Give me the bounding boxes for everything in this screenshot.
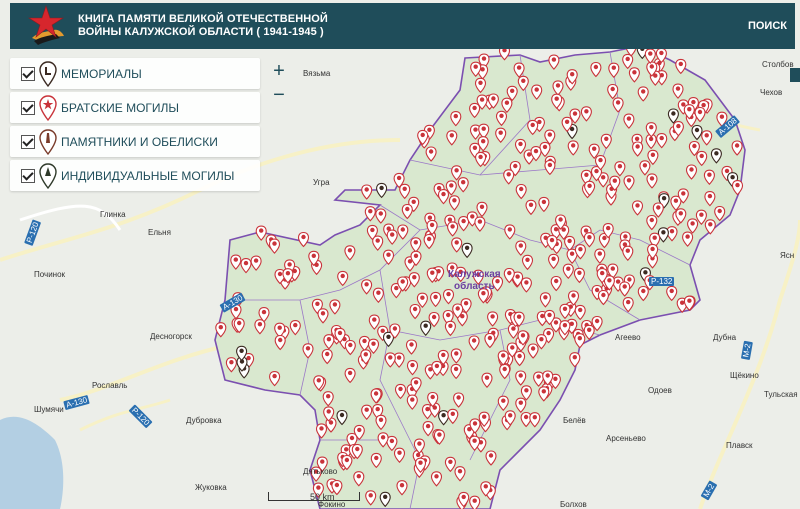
place-label: Угра	[313, 178, 330, 187]
individual-grave-icon	[39, 162, 57, 189]
scale-label: 50 km	[310, 492, 335, 502]
zoom-in-button[interactable]: +	[266, 60, 292, 84]
place-label: Жуковка	[195, 483, 227, 492]
place-label: Ельня	[148, 228, 171, 237]
place-label: Столбов	[762, 60, 794, 69]
title-line-1: КНИГА ПАМЯТИ ВЕЛИКОЙ ОТЕЧЕСТВЕННОЙ	[78, 13, 328, 25]
place-label: Ясн	[780, 251, 795, 260]
search-button[interactable]: ПОИСК	[748, 20, 787, 32]
memorial-icon	[39, 60, 57, 87]
place-label: Вязьма	[303, 69, 331, 78]
checkbox-mass-graves[interactable]	[21, 100, 35, 115]
place-label: Щёкино	[730, 371, 759, 380]
place-label: Белёв	[563, 416, 586, 425]
place-label: Болхов	[560, 500, 587, 509]
road-badge: Р-132	[649, 277, 675, 286]
zoom-out-button[interactable]: −	[266, 84, 292, 108]
place-label: Дубна	[713, 333, 737, 342]
order-star-icon	[27, 5, 65, 45]
place-label: Рославль	[92, 381, 128, 390]
legend-item-individual-graves[interactable]: ИНДИВИДУАЛЬНЫЕ МОГИЛЫ	[10, 160, 260, 191]
region-label: Калужская область	[448, 269, 501, 292]
checkbox-obelisks[interactable]	[21, 134, 35, 149]
place-label: Чехов	[760, 88, 783, 97]
place-label: Глинка	[100, 210, 126, 219]
place-label: Арсеньево	[606, 434, 646, 443]
legend-panel: МЕМОРИАЛЫ БРАТСКИЕ МОГИЛЫ ПАМЯТНИКИ И ОБ…	[10, 58, 260, 194]
obelisk-icon	[39, 128, 57, 155]
checkbox-memorials[interactable]	[21, 66, 35, 81]
place-label: Дятьково	[303, 467, 338, 476]
legend-label: МЕМОРИАЛЫ	[61, 66, 142, 81]
place-label: Тульская	[764, 390, 798, 399]
side-panel-toggle[interactable]	[790, 68, 800, 82]
place-label: Плавск	[726, 441, 753, 450]
zoom-control: + −	[266, 60, 292, 108]
place-label: Починок	[34, 270, 66, 279]
place-label: Агеево	[615, 333, 641, 342]
legend-item-mass-graves[interactable]: БРАТСКИЕ МОГИЛЫ	[10, 92, 260, 123]
place-label: Одоев	[648, 386, 672, 395]
place-label: Шумячи	[34, 405, 64, 414]
title-line-2: ВОЙНЫ КАЛУЖСКОЙ ОБЛАСТИ ( 1941-1945 )	[78, 26, 324, 38]
app-header: КНИГА ПАМЯТИ ВЕЛИКОЙ ОТЕЧЕСТВЕННОЙ ВОЙНЫ…	[10, 3, 795, 49]
place-label: Десногорск	[150, 332, 192, 341]
legend-item-obelisks[interactable]: ПАМЯТНИКИ И ОБЕЛИСКИ	[10, 126, 260, 157]
legend-label: БРАТСКИЕ МОГИЛЫ	[61, 100, 180, 115]
place-label: Дубровка	[186, 416, 222, 425]
page-title: КНИГА ПАМЯТИ ВЕЛИКОЙ ОТЕЧЕСТВЕННОЙ ВОЙНЫ…	[78, 13, 328, 39]
checkbox-individual-graves[interactable]	[21, 168, 35, 183]
legend-item-memorials[interactable]: МЕМОРИАЛЫ	[10, 58, 260, 89]
mass-grave-icon	[39, 94, 57, 121]
legend-label: ИНДИВИДУАЛЬНЫЕ МОГИЛЫ	[61, 168, 235, 183]
legend-label: ПАМЯТНИКИ И ОБЕЛИСКИ	[61, 134, 218, 149]
